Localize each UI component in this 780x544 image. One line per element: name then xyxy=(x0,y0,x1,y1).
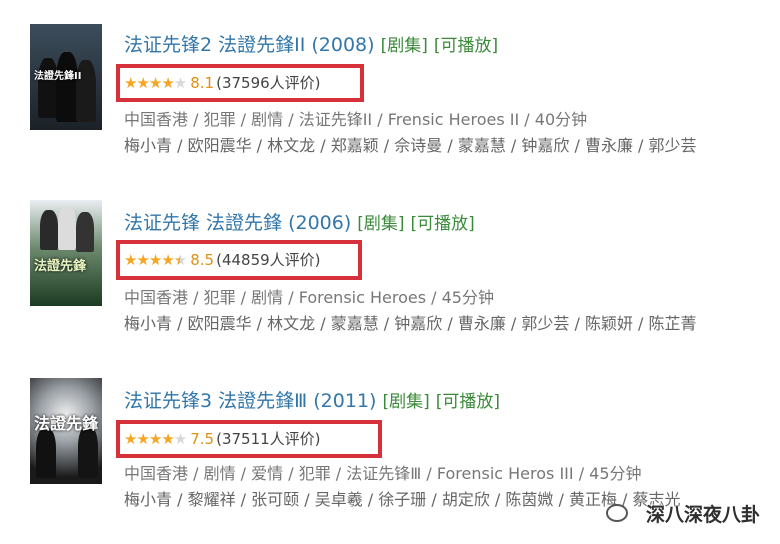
list-item: 法證先鋒II 法证先锋2 法證先鋒II (2008) [剧集] [可播放] ★★★★… xyxy=(0,0,780,170)
tag-series[interactable]: [剧集] xyxy=(381,36,428,56)
rating: ★★★★★ 8.5 (44859人评价) xyxy=(124,248,321,272)
item-cast: 梅小青 / 欧阳震华 / 林文龙 / 郑嘉颖 / 佘诗曼 / 蒙嘉慧 / 钟嘉欣… xyxy=(124,136,697,155)
poster-title: 法證先鋒II xyxy=(34,71,82,82)
tag-playable[interactable]: [可播放] xyxy=(436,392,500,412)
star-rating-icon: ★★★★★ xyxy=(124,430,187,448)
rating-count: (37596人评价) xyxy=(216,74,321,92)
rating: ★★★★★ 7.5 (37511人评价) xyxy=(124,427,321,451)
poster-image[interactable]: 法證先鋒 xyxy=(30,378,102,484)
rating-score: 7.5 xyxy=(190,430,215,448)
tag-series[interactable]: [剧集] xyxy=(357,214,404,234)
item-meta: 中国香港 / 犯罪 / 剧情 / Forensic Heroes / 45分钟 xyxy=(124,288,494,307)
poster-title: 法證先鋒 xyxy=(34,414,99,433)
star-rating-icon: ★★★★★ xyxy=(124,251,187,269)
tag-series[interactable]: [剧集] xyxy=(382,392,429,412)
rating-count: (37511人评价) xyxy=(216,430,321,448)
tag-playable[interactable]: [可播放] xyxy=(411,214,475,234)
poster-image[interactable]: 法證先鋒II xyxy=(30,24,102,130)
item-cast: 梅小青 / 欧阳震华 / 林文龙 / 蒙嘉慧 / 钟嘉欣 / 曹永廉 / 郭少芸… xyxy=(124,314,697,333)
rating: ★★★★★ 8.1 (37596人评价) xyxy=(124,71,321,95)
item-title-link[interactable]: 法证先锋 法證先鋒 (2006) xyxy=(124,212,351,234)
item-meta: 中国香港 / 剧情 / 爱情 / 犯罪 / 法证先锋Ⅲ / Forensic H… xyxy=(124,464,642,483)
item-title-link[interactable]: 法证先锋2 法證先鋒II (2008) xyxy=(124,34,375,56)
wechat-icon xyxy=(606,504,628,522)
item-meta: 中国香港 / 犯罪 / 剧情 / 法证先锋II / Frensic Heroes… xyxy=(124,110,588,129)
star-rating-icon: ★★★★★ xyxy=(124,74,187,92)
watermark: 深八深夜八卦 xyxy=(645,504,760,526)
poster-title: 法證先鋒 xyxy=(34,259,87,274)
rating-score: 8.1 xyxy=(190,74,215,92)
poster-image[interactable]: 法證先鋒 xyxy=(30,200,102,306)
tag-playable[interactable]: [可播放] xyxy=(434,36,498,56)
rating-count: (44859人评价) xyxy=(216,251,321,269)
item-cast: 梅小青 / 黎耀祥 / 张可颐 / 吴卓羲 / 徐子珊 / 胡定欣 / 陈茵媺 … xyxy=(124,490,681,509)
rating-score: 8.5 xyxy=(190,251,215,269)
item-title-link[interactable]: 法证先锋3 法證先鋒Ⅲ (2011) xyxy=(124,390,376,412)
list-item: 法證先鋒 法证先锋 法證先鋒 (2006) [剧集] [可播放] ★★★★★ 8.5(… xyxy=(0,178,780,348)
